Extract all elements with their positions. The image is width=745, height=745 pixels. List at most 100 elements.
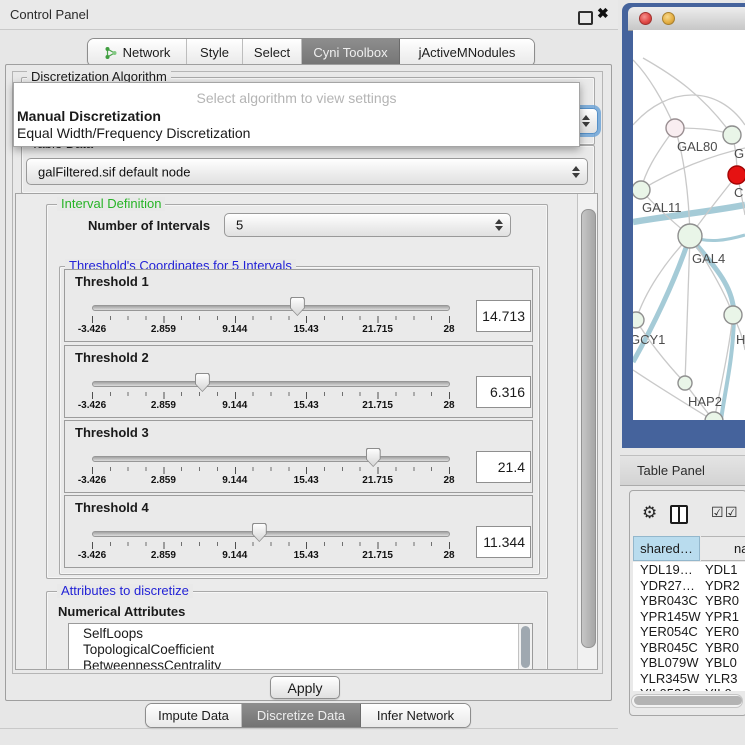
control-panel-tabs: Network Style Select Cyni Toolbox jActiv…: [87, 38, 535, 67]
checkbox-icon[interactable]: ☑: [725, 504, 738, 521]
number-of-intervals-combobox[interactable]: 5: [224, 213, 511, 237]
threshold-2-panel: Threshold 2 -3.4262.8599.14415.4321.7152…: [64, 345, 533, 418]
tick-label: -3.426: [78, 324, 106, 335]
network-window-titlebar[interactable]: [628, 7, 745, 31]
network-node[interactable]: [633, 312, 644, 328]
tick-label: 28: [443, 550, 454, 561]
tab-style[interactable]: Style: [187, 39, 243, 66]
close-traffic-light-icon[interactable]: [639, 12, 652, 25]
table-row[interactable]: YDR27…YDR2: [633, 578, 745, 594]
threshold-1-slider-track[interactable]: [92, 305, 450, 311]
settings-scrollbar[interactable]: [577, 194, 598, 670]
settings-scrollbar-thumb[interactable]: [581, 209, 596, 648]
network-node[interactable]: [666, 119, 684, 137]
tab-network[interactable]: Network: [88, 39, 187, 66]
table-data-combobox[interactable]: galFiltered.sif default node: [26, 158, 588, 185]
network-graph[interactable]: GAL80GCGAL11GAL4GCY1HHAP2: [633, 30, 745, 420]
tab-select[interactable]: Select: [243, 39, 302, 66]
network-node[interactable]: [724, 306, 742, 324]
cell-name: YPR1: [705, 609, 739, 624]
tick-label: 21.715: [362, 475, 393, 486]
slider-tick-labels: -3.4262.8599.14415.4321.71528: [92, 550, 449, 562]
table-panel-title: Table Panel: [637, 463, 705, 478]
threshold-1-value-field[interactable]: 14.713: [476, 300, 531, 332]
tick-label: 21.715: [362, 550, 393, 561]
number-of-intervals-value: 5: [236, 218, 243, 233]
column-selector-icon[interactable]: [670, 505, 688, 524]
float-window-icon[interactable]: [578, 11, 593, 25]
threshold-1-value: 14.713: [482, 308, 525, 324]
tick-label: 21.715: [362, 400, 393, 411]
column-header-name[interactable]: na: [701, 536, 745, 561]
attribute-list-item[interactable]: TopologicalCoefficient: [69, 642, 532, 658]
attribute-list-item[interactable]: BetweennessCentrality: [69, 658, 532, 670]
tab-cyni-toolbox[interactable]: Cyni Toolbox: [302, 39, 400, 66]
threshold-2-value: 6.316: [490, 384, 525, 400]
popup-option-manual[interactable]: Manual Discretization: [17, 108, 161, 124]
slider-tick-labels: -3.4262.8599.14415.4321.71528: [92, 400, 449, 412]
threshold-4-slider-track[interactable]: [92, 531, 450, 537]
close-icon[interactable]: ✖: [597, 5, 609, 22]
attributes-scrollbar-thumb[interactable]: [521, 626, 530, 668]
threshold-2-slider-thumb[interactable]: [195, 373, 210, 392]
tick-label: 15.43: [294, 324, 319, 335]
tab-discretize-data[interactable]: Discretize Data: [242, 704, 361, 727]
attribute-list-item[interactable]: SelfLoops: [69, 626, 532, 642]
network-node[interactable]: [723, 126, 741, 144]
table-hscrollbar-thumb[interactable]: [634, 696, 742, 705]
threshold-3-value: 21.4: [498, 459, 525, 475]
table-row[interactable]: YBR043CYBR0: [633, 593, 745, 609]
popup-option-equal-width[interactable]: Equal Width/Frequency Discretization: [17, 125, 250, 141]
threshold-2-value-field[interactable]: 6.316: [476, 376, 531, 408]
tab-impute-data[interactable]: Impute Data: [146, 704, 242, 727]
gear-icon[interactable]: ⚙: [642, 503, 657, 523]
table-row[interactable]: YBL079WYBL0: [633, 655, 745, 671]
network-node[interactable]: [728, 166, 745, 184]
tick-label: 15.43: [294, 475, 319, 486]
threshold-4-slider-thumb[interactable]: [252, 523, 267, 542]
zoom-traffic-light-icon[interactable]: [685, 12, 698, 25]
table-data-combobox-value: galFiltered.sif default node: [38, 164, 190, 179]
tick-label: 15.43: [294, 550, 319, 561]
algorithm-dropdown-popup: Select algorithm to view settings Manual…: [13, 82, 580, 147]
network-node[interactable]: [678, 376, 692, 390]
tab-jactive-label: jActiveMNodules: [419, 45, 516, 60]
table-row[interactable]: YER054CYER0: [633, 624, 745, 640]
checkbox-icon[interactable]: ☑: [711, 504, 724, 521]
cell-name: YBR0: [705, 640, 739, 655]
minimize-traffic-light-icon[interactable]: [662, 12, 675, 25]
table-row[interactable]: YLR345WYLR3: [633, 671, 745, 687]
tick-label: 28: [443, 324, 454, 335]
table-row[interactable]: YDL19…YDL1: [633, 562, 745, 578]
threshold-4-value-field[interactable]: 11.344: [476, 526, 531, 558]
attributes-list-scrollbar[interactable]: [518, 624, 532, 670]
table-row[interactable]: YIL052C YIL0: [633, 686, 745, 691]
stepper-arrows-icon: [572, 166, 580, 178]
network-node[interactable]: [633, 181, 650, 199]
threshold-3-slider-track[interactable]: [92, 456, 450, 462]
apply-button[interactable]: Apply: [270, 676, 340, 699]
column-header-shared-name[interactable]: shared…: [633, 536, 700, 561]
threshold-2-slider-track[interactable]: [92, 381, 450, 387]
threshold-1-slider-thumb[interactable]: [290, 297, 305, 316]
network-node[interactable]: [678, 224, 702, 248]
tick-label: -3.426: [78, 400, 106, 411]
threshold-3-slider-thumb[interactable]: [366, 448, 381, 467]
stepper-arrows-icon: [582, 115, 590, 127]
cell-shared-name: YIL052C: [640, 686, 691, 691]
tick-label: -3.426: [78, 475, 106, 486]
numerical-attributes-list[interactable]: SelfLoopsTopologicalCoefficientBetweenne…: [68, 623, 533, 670]
cell-shared-name: YBR045C: [640, 640, 698, 655]
network-view-canvas[interactable]: GAL80GCGAL11GAL4GCY1HHAP2: [633, 30, 745, 420]
tab-cyni-label: Cyni Toolbox: [313, 45, 387, 60]
attributes-title: Attributes to discretize: [57, 584, 193, 598]
threshold-3-value-field[interactable]: 21.4: [476, 451, 531, 483]
network-node-label: GAL4: [692, 251, 725, 266]
threshold-4-value: 11.344: [483, 534, 525, 550]
table-row[interactable]: YPR145WYPR1: [633, 609, 745, 625]
tab-infer-network[interactable]: Infer Network: [361, 704, 470, 727]
tab-jactivemnodules[interactable]: jActiveMNodules: [400, 39, 534, 66]
table-row[interactable]: YBR045C YBR0: [633, 640, 745, 656]
cell-name: YIL0: [705, 686, 732, 691]
slider-tick-labels: -3.4262.8599.14415.4321.71528: [92, 475, 449, 487]
